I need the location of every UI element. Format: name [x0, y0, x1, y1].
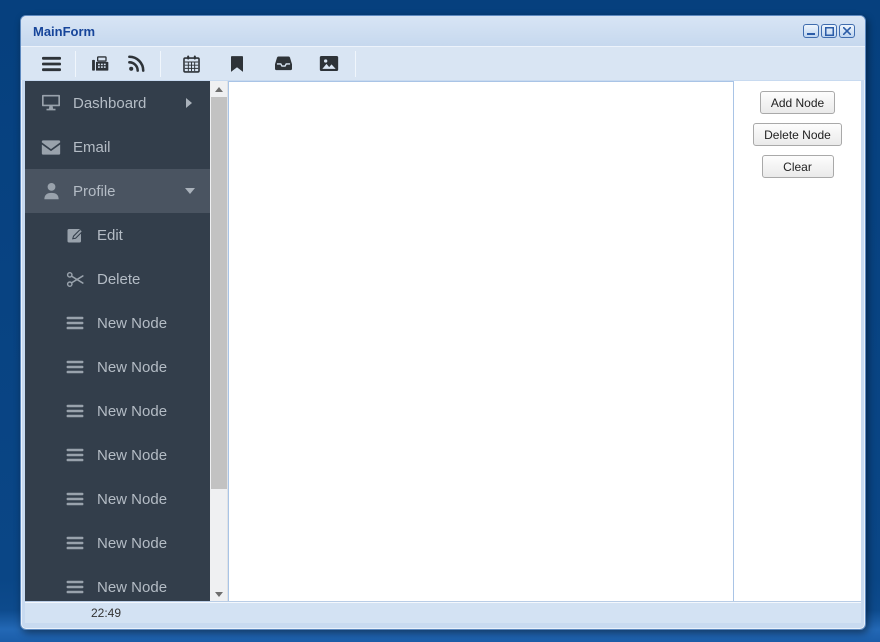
- monitor-icon: [41, 94, 61, 112]
- bookmark-icon: [231, 55, 243, 72]
- clear-button[interactable]: Clear: [761, 155, 834, 178]
- window-controls: [803, 24, 855, 38]
- toolbar: [21, 46, 865, 80]
- sidebar-item-dashboard[interactable]: Dashboard: [25, 81, 210, 125]
- sidebar-item-label: Delete: [97, 270, 141, 288]
- menu-icon: [41, 56, 61, 71]
- bars-icon: [65, 448, 85, 462]
- sidebar-item-new-node[interactable]: New Node: [25, 521, 210, 565]
- close-button[interactable]: [839, 24, 855, 38]
- sidebar-item-label: New Node: [97, 314, 168, 332]
- sidebar-item-new-node[interactable]: New Node: [25, 389, 210, 433]
- status-time: 22:49: [91, 606, 122, 620]
- sidebar-item-label: Profile: [73, 182, 116, 200]
- envelope-icon: [41, 139, 61, 155]
- fax-button[interactable]: [82, 49, 118, 79]
- bars-icon: [65, 360, 85, 374]
- client-area: Dashboard Email Profile Edit Delete New …: [25, 81, 861, 602]
- rss-icon: [127, 55, 144, 72]
- image-button[interactable]: [311, 49, 347, 79]
- minimize-button[interactable]: [803, 24, 819, 38]
- maximize-icon: [824, 26, 834, 36]
- sidebar-item-profile[interactable]: Profile: [25, 169, 210, 213]
- bars-icon: [65, 492, 85, 506]
- scissors-icon: [65, 271, 85, 288]
- bars-icon: [65, 580, 85, 594]
- sidebar-item-label: New Node: [97, 358, 168, 376]
- sidebar-item-new-node[interactable]: New Node: [25, 565, 210, 602]
- bars-icon: [65, 316, 85, 330]
- bars-icon: [65, 536, 85, 550]
- sidebar-item-delete[interactable]: Delete: [25, 257, 210, 301]
- edit-icon: [65, 226, 85, 244]
- app-window: MainForm Dashboard Email Profile Edit De…: [20, 15, 866, 630]
- maximize-button[interactable]: [821, 24, 837, 38]
- inbox-icon: [274, 56, 292, 71]
- toolbar-separator: [355, 50, 356, 77]
- sidebar-item-new-node[interactable]: New Node: [25, 301, 210, 345]
- sidebar-item-label: Dashboard: [73, 94, 147, 112]
- rss-button[interactable]: [118, 49, 154, 79]
- window-title: MainForm: [33, 23, 96, 39]
- statusbar: 22:49: [25, 602, 861, 623]
- sidebar-item-label: New Node: [97, 490, 168, 508]
- triangle-up-icon: [215, 86, 223, 92]
- sidebar-item-new-node[interactable]: New Node: [25, 433, 210, 477]
- sidebar: Dashboard Email Profile Edit Delete New …: [25, 81, 210, 602]
- user-icon: [41, 182, 61, 200]
- content-canvas[interactable]: [228, 81, 734, 602]
- sidebar-item-label: New Node: [97, 578, 168, 596]
- titlebar[interactable]: MainForm: [21, 16, 865, 46]
- sidebar-item-label: New Node: [97, 402, 168, 420]
- sidebar-item-new-node[interactable]: New Node: [25, 477, 210, 521]
- inbox-button[interactable]: [265, 49, 301, 79]
- image-icon: [319, 56, 339, 71]
- bars-icon: [65, 404, 85, 418]
- sidebar-item-label: New Node: [97, 446, 168, 464]
- delete-node-button[interactable]: Delete Node: [753, 123, 842, 146]
- fax-icon: [92, 55, 109, 71]
- sidebar-item-new-node[interactable]: New Node: [25, 345, 210, 389]
- caret-right-icon: [186, 98, 192, 108]
- calendar-icon: [182, 54, 200, 73]
- sidebar-item-edit[interactable]: Edit: [25, 213, 210, 257]
- add-node-button[interactable]: Add Node: [759, 91, 836, 114]
- bookmark-button[interactable]: [219, 49, 255, 79]
- scroll-down-button[interactable]: [210, 586, 228, 602]
- right-panel: Add Node Delete Node Clear: [734, 81, 861, 602]
- toolbar-separator: [160, 50, 161, 77]
- minimize-icon: [807, 33, 815, 35]
- sidebar-scrollbar[interactable]: [210, 81, 228, 602]
- sidebar-item-label: New Node: [97, 534, 168, 552]
- scroll-up-button[interactable]: [210, 81, 228, 97]
- sidebar-item-label: Edit: [97, 226, 123, 244]
- triangle-down-icon: [215, 591, 223, 597]
- menu-button[interactable]: [33, 49, 69, 79]
- sidebar-item-label: Email: [73, 138, 111, 156]
- toolbar-separator: [75, 50, 76, 77]
- caret-down-icon: [185, 188, 195, 194]
- close-icon: [843, 27, 851, 35]
- calendar-button[interactable]: [173, 49, 209, 79]
- sidebar-item-email[interactable]: Email: [25, 125, 210, 169]
- scrollbar-thumb[interactable]: [211, 97, 227, 489]
